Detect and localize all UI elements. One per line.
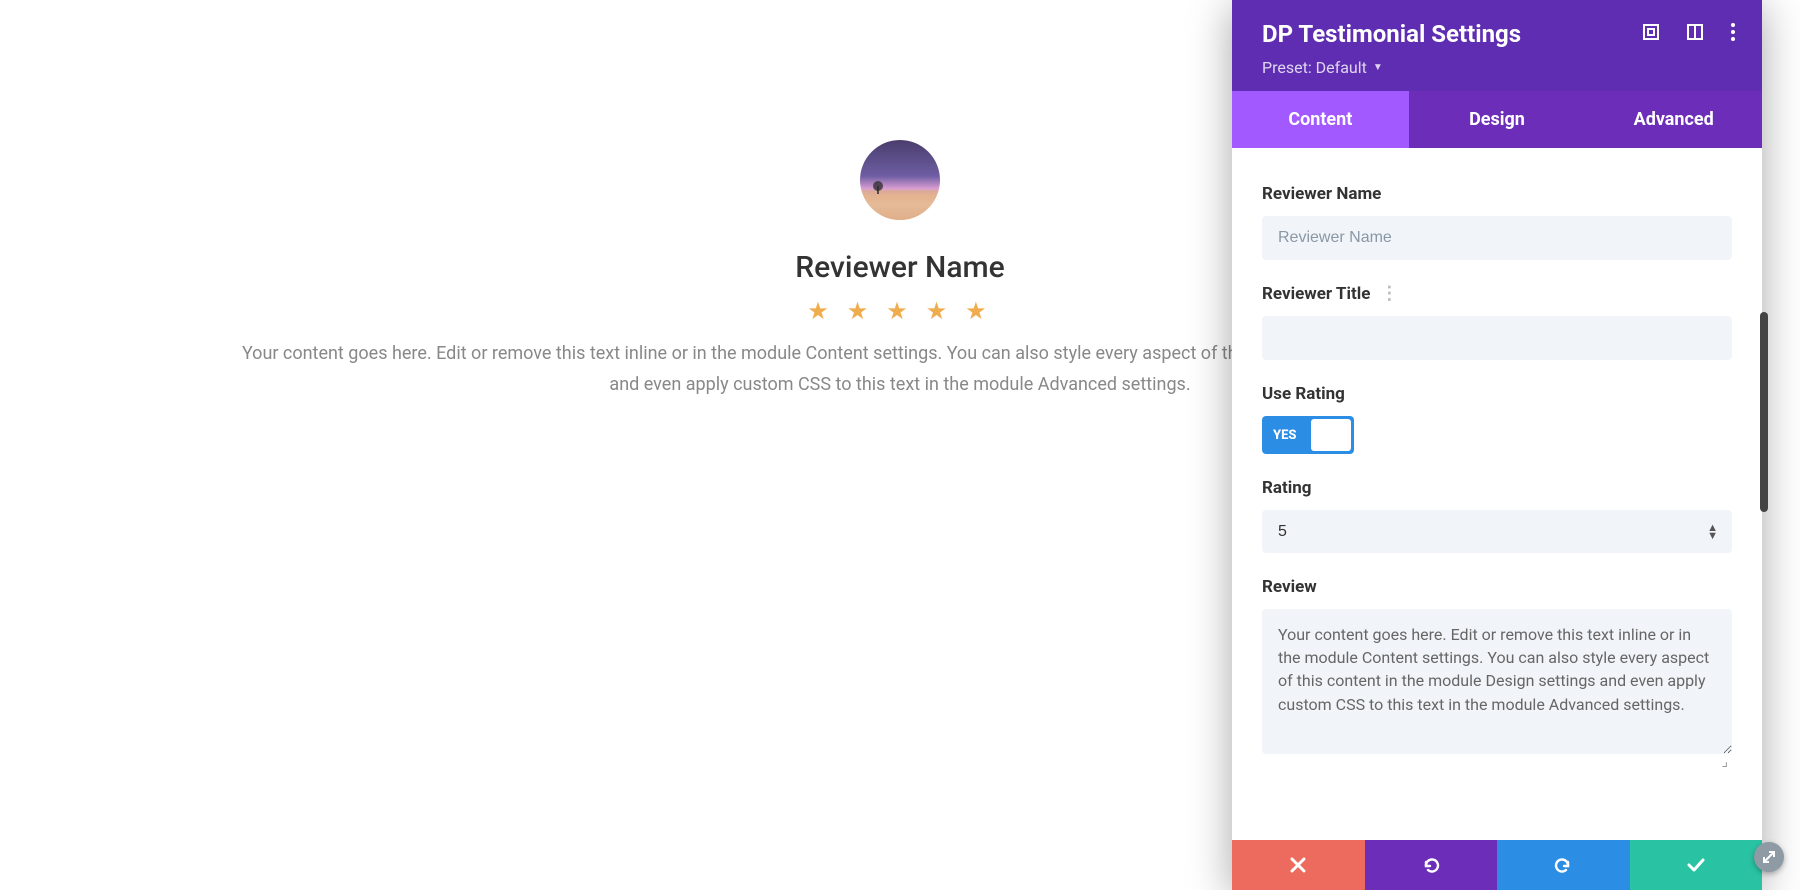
expand-panel-button[interactable]: [1754, 842, 1784, 872]
toggle-knob: [1311, 419, 1351, 451]
panel-tabs: Content Design Advanced: [1232, 91, 1762, 148]
panel-header: DP Testimonial Settings Preset: Default …: [1232, 0, 1762, 91]
toggle-value: YES: [1265, 428, 1311, 443]
reviewer-name-label: Reviewer Name: [1262, 184, 1732, 204]
reviewer-title-input[interactable]: [1262, 316, 1732, 360]
panel-title: DP Testimonial Settings: [1262, 20, 1642, 48]
more-options-icon[interactable]: [1730, 22, 1736, 47]
tab-advanced[interactable]: Advanced: [1585, 91, 1762, 148]
reviewer-name-preview: Reviewer Name: [795, 250, 1004, 285]
close-button[interactable]: [1232, 840, 1365, 890]
use-rating-toggle[interactable]: YES: [1262, 416, 1354, 454]
preset-label: Preset: Default: [1262, 58, 1367, 77]
resize-handle-icon[interactable]: ⌟: [1262, 754, 1732, 770]
rating-stars-preview: ★ ★ ★ ★ ★: [807, 297, 992, 325]
preset-dropdown[interactable]: Preset: Default ▼: [1262, 58, 1383, 77]
panel-body: Reviewer Name Reviewer Title ⋮ Use Ratin…: [1232, 148, 1762, 840]
panel-footer: [1232, 840, 1762, 890]
tab-design[interactable]: Design: [1409, 91, 1586, 148]
reviewer-name-input[interactable]: [1262, 216, 1732, 260]
review-label: Review: [1262, 577, 1732, 597]
field-options-icon[interactable]: ⋮: [1380, 285, 1398, 303]
scrollbar-thumb[interactable]: [1760, 312, 1768, 512]
reviewer-avatar: [860, 140, 940, 220]
rating-label: Rating: [1262, 478, 1732, 498]
use-rating-label: Use Rating: [1262, 384, 1732, 404]
snap-layout-icon[interactable]: [1686, 23, 1704, 46]
reviewer-title-label: Reviewer Title: [1262, 284, 1370, 304]
undo-button[interactable]: [1365, 840, 1498, 890]
review-textarea[interactable]: Your content goes here. Edit or remove t…: [1262, 609, 1732, 754]
caret-down-icon: ▼: [1373, 62, 1383, 73]
rating-select[interactable]: 5: [1262, 510, 1732, 553]
expand-icon[interactable]: [1642, 23, 1660, 46]
redo-button[interactable]: [1497, 840, 1630, 890]
tab-content[interactable]: Content: [1232, 91, 1409, 148]
settings-panel: DP Testimonial Settings Preset: Default …: [1232, 0, 1762, 890]
save-button[interactable]: [1630, 840, 1763, 890]
